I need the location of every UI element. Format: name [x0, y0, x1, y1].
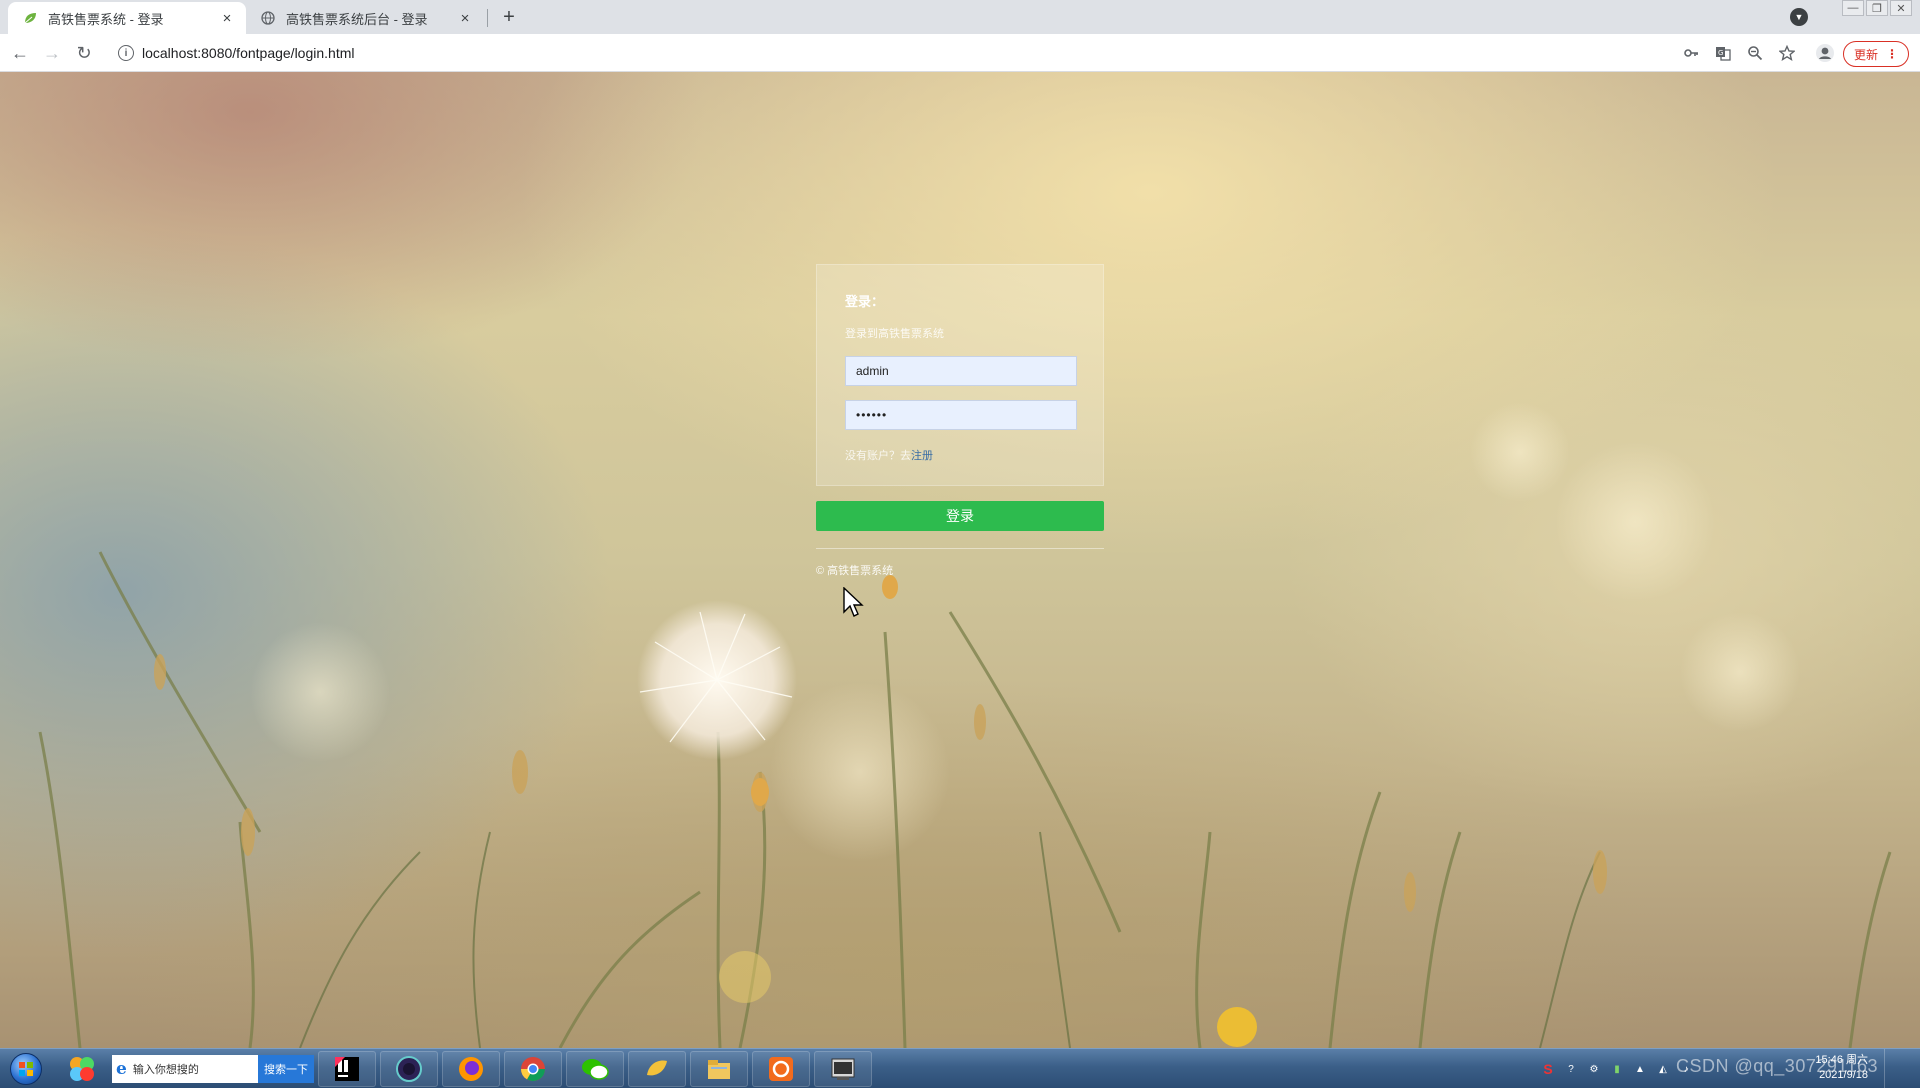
password-input[interactable]: ••••••: [845, 400, 1077, 430]
copyright-text: © 高铁售票系统: [816, 565, 894, 577]
username-input[interactable]: admin: [845, 356, 1077, 386]
leaf-icon: [22, 10, 38, 26]
new-tab-button[interactable]: +: [496, 6, 522, 28]
forward-arrow-icon[interactable]: →: [40, 41, 64, 65]
url-text: localhost:8080/fontpage/login.html: [142, 45, 355, 61]
intellij-idea-icon[interactable]: [318, 1051, 376, 1087]
site-info-icon[interactable]: i: [118, 45, 134, 61]
app-launcher-icon[interactable]: [56, 1051, 108, 1087]
window-controls: — ❐ ✕: [1842, 0, 1912, 16]
key-icon[interactable]: [1681, 43, 1701, 63]
browser-toolbar: ← → ↻ i localhost:8080/fontpage/login.ht…: [0, 34, 1920, 72]
show-hidden-icons-icon[interactable]: ▲: [1632, 1061, 1648, 1077]
globe-icon: [260, 10, 276, 26]
start-button[interactable]: [4, 1051, 48, 1087]
tab-admin-login[interactable]: 高铁售票系统后台 - 登录 ×: [246, 2, 484, 34]
footer-divider: [816, 548, 1104, 549]
login-title: 登录：: [845, 294, 885, 309]
register-link[interactable]: 注册: [911, 450, 933, 462]
login-button[interactable]: 登录: [816, 501, 1104, 531]
battery-icon[interactable]: ▮: [1609, 1061, 1625, 1077]
tray-app-icon[interactable]: ⚙: [1586, 1061, 1602, 1077]
tab-login[interactable]: 高铁售票系统 - 登录 ×: [8, 2, 246, 34]
wechat-icon[interactable]: [566, 1051, 624, 1087]
windows-taskbar: e 输入你想搜的 搜索一下 S ? ⚙ ▮ ▲ ◭ ♪ 15:46 周六 202…: [0, 1048, 1920, 1088]
bookmark-star-icon[interactable]: [1777, 43, 1797, 63]
csdn-watermark: CSDN @qq_307291163: [1676, 1056, 1879, 1076]
update-button[interactable]: 更新 ⋮: [1843, 41, 1909, 67]
window-close-icon[interactable]: ✕: [1890, 0, 1912, 16]
reload-icon[interactable]: ↻: [72, 41, 96, 65]
search-placeholder: 输入你想搜的: [132, 1064, 199, 1076]
login-form: 登录： 登录到高铁售票系统 admin •••••• 没有账户？去注册: [816, 264, 1104, 486]
terminal-app-icon[interactable]: [814, 1051, 872, 1087]
system-tray: S ? ⚙ ▮ ▲ ◭ ♪: [1540, 1053, 1694, 1085]
close-tab-icon[interactable]: ×: [218, 9, 236, 27]
folder-app-icon[interactable]: [628, 1051, 686, 1087]
dandelion-background-image: [38, 402, 1892, 1048]
taskbar-search-input[interactable]: e 输入你想搜的: [112, 1055, 258, 1083]
network-icon[interactable]: ◭: [1655, 1061, 1671, 1077]
close-tab-icon[interactable]: ×: [456, 9, 474, 27]
login-page: 登录： 登录到高铁售票系统 admin •••••• 没有账户？去注册 登录 ©…: [0, 72, 1920, 1048]
screen-recorder-icon[interactable]: [752, 1051, 810, 1087]
profile-avatar-icon[interactable]: [1815, 43, 1835, 63]
taskbar-search-button[interactable]: 搜索一下: [258, 1055, 314, 1083]
register-prompt: 没有账户？去注册: [845, 447, 933, 463]
file-explorer-icon[interactable]: [690, 1051, 748, 1087]
update-label: 更新: [1853, 47, 1878, 62]
svg-text:G: G: [1718, 49, 1723, 57]
eclipse-icon[interactable]: [380, 1051, 438, 1087]
zoom-out-icon[interactable]: [1745, 43, 1765, 63]
address-bar[interactable]: i localhost:8080/fontpage/login.html: [108, 38, 1678, 68]
sogou-ime-icon[interactable]: S: [1540, 1061, 1556, 1077]
minimize-icon[interactable]: —: [1842, 0, 1864, 16]
tab-divider: [487, 9, 488, 27]
more-menu-icon: ⋮: [1886, 47, 1898, 61]
mouse-cursor-icon: [843, 587, 864, 617]
tab-title: 高铁售票系统后台 - 登录: [286, 11, 428, 27]
tab-title: 高铁售票系统 - 登录: [48, 11, 164, 27]
login-subtitle: 登录到高铁售票系统: [845, 328, 944, 340]
translate-icon[interactable]: G: [1713, 43, 1733, 63]
windows-logo-icon: [10, 1053, 42, 1085]
chrome-icon[interactable]: [504, 1051, 562, 1087]
ie-icon: e: [116, 1059, 127, 1079]
firefox-icon[interactable]: [442, 1051, 500, 1087]
help-icon[interactable]: ?: [1563, 1061, 1579, 1077]
tab-search-icon[interactable]: ▼: [1790, 8, 1808, 26]
back-arrow-icon[interactable]: ←: [8, 41, 32, 65]
browser-tab-strip: 高铁售票系统 - 登录 × 高铁售票系统后台 - 登录 × + ▼ — ❐ ✕: [0, 0, 1920, 34]
register-prompt-text: 没有账户？去: [845, 450, 911, 462]
show-desktop-button[interactable]: [1884, 1049, 1920, 1088]
restore-icon[interactable]: ❐: [1866, 0, 1888, 16]
